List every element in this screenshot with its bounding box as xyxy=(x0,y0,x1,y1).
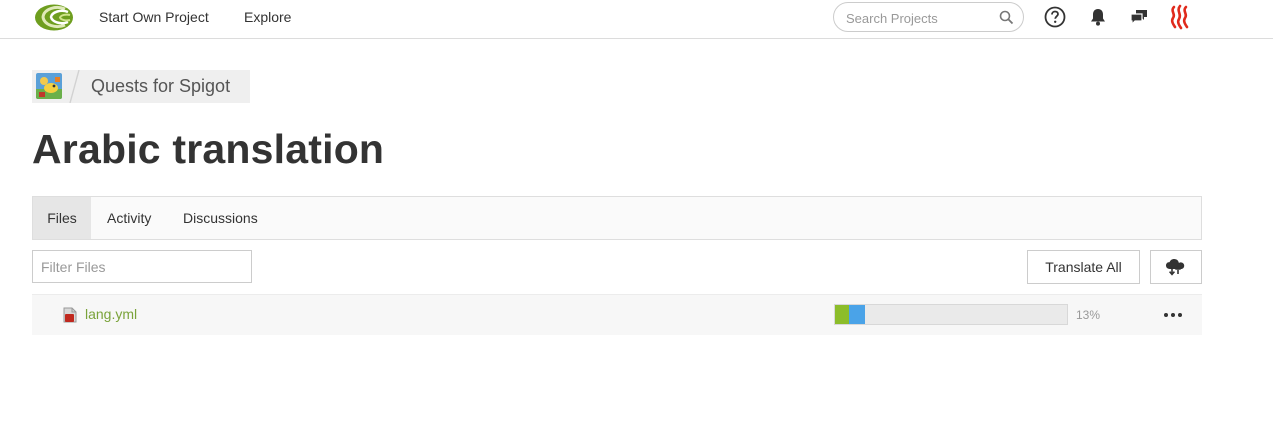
file-row[interactable]: lang.yml 13% xyxy=(32,294,1202,335)
tab-bar: Files Activity Discussions xyxy=(32,196,1202,240)
explore-link[interactable]: Explore xyxy=(244,9,291,25)
tab-activity[interactable]: Activity xyxy=(107,197,151,239)
tab-files[interactable]: Files xyxy=(33,197,91,239)
progress-translated-segment xyxy=(849,305,865,324)
translated-percent: 13% xyxy=(1076,308,1101,322)
crowdin-logo-icon[interactable] xyxy=(34,3,74,32)
chat-icon[interactable] xyxy=(1128,6,1150,28)
start-own-project-link[interactable]: Start Own Project xyxy=(99,9,209,25)
file-icon xyxy=(63,307,77,323)
search-input[interactable] xyxy=(846,9,996,27)
cloud-download-icon xyxy=(1166,259,1185,276)
translation-progress-bar xyxy=(834,304,1068,325)
page-title: Arabic translation xyxy=(32,126,385,172)
breadcrumb-separator xyxy=(69,70,80,103)
download-button[interactable] xyxy=(1150,250,1202,284)
tab-discussions[interactable]: Discussions xyxy=(183,197,258,239)
help-icon[interactable] xyxy=(1044,6,1066,28)
file-name-link[interactable]: lang.yml xyxy=(85,306,137,322)
steem-icon[interactable] xyxy=(1170,4,1192,30)
more-icon[interactable] xyxy=(1160,304,1186,326)
filter-files-input[interactable] xyxy=(41,258,241,276)
translate-all-button[interactable]: Translate All xyxy=(1027,250,1140,284)
bell-icon[interactable] xyxy=(1087,6,1109,28)
project-avatar[interactable] xyxy=(36,73,62,99)
progress-approved-segment xyxy=(835,305,849,324)
search-icon[interactable] xyxy=(999,10,1014,25)
breadcrumb-project-link[interactable]: Quests for Spigot xyxy=(91,76,230,97)
search-box xyxy=(833,2,1024,32)
top-navbar: Start Own Project Explore xyxy=(0,0,1273,39)
breadcrumb: Quests for Spigot xyxy=(32,70,250,103)
filter-files-box xyxy=(32,250,252,283)
